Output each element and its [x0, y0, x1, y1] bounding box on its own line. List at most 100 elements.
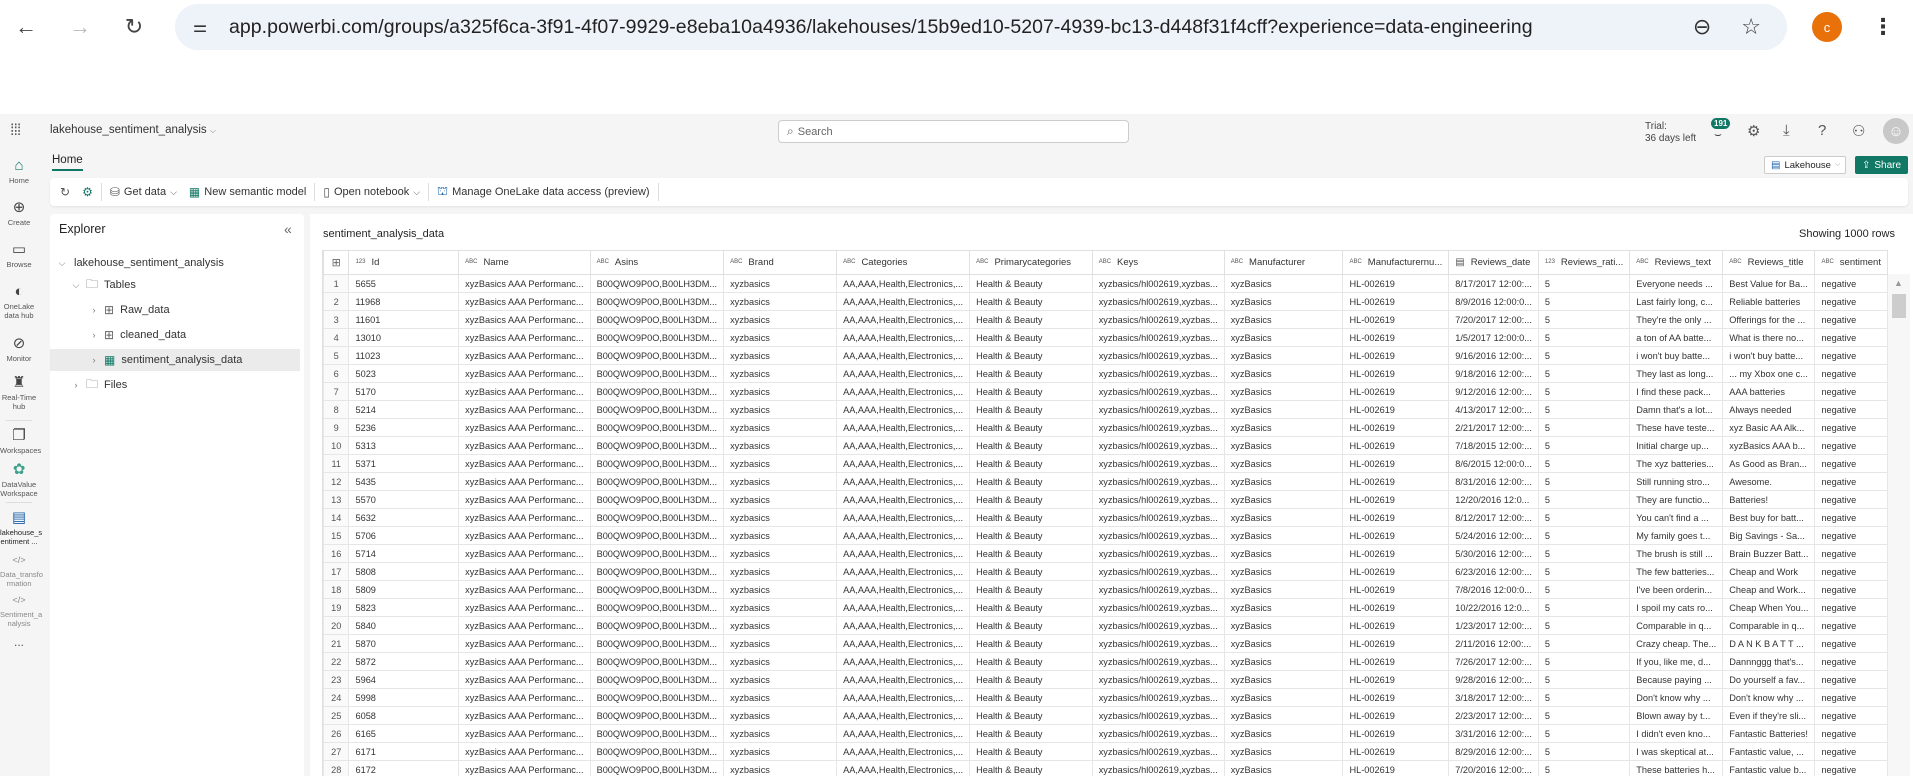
cell-name[interactable]: xyzBasics AAA Performanc... [458, 652, 591, 671]
cell-name[interactable]: xyzBasics AAA Performanc... [458, 364, 591, 383]
cell-asins[interactable]: B00QWO9P0O,B00LH3DM... [589, 742, 725, 761]
column-header[interactable]: ABC Reviews_text [1629, 250, 1724, 275]
cell-reviews-title[interactable]: Awesome. [1722, 472, 1816, 491]
cell-sentiment[interactable]: negative [1814, 652, 1888, 671]
cell-categories[interactable]: AA,AAA,Health,Electronics,... [836, 508, 971, 527]
cell-categories[interactable]: AA,AAA,Health,Electronics,... [836, 634, 971, 653]
cell-reviews-title[interactable]: Fantastic value b... [1722, 760, 1816, 776]
cell-reviews-text[interactable]: Comparable in q... [1629, 616, 1724, 635]
cell-reviews-rating[interactable]: 5 [1537, 346, 1631, 365]
cell-mfr_number[interactable]: HL-002619 [1342, 670, 1450, 689]
cell-primary[interactable]: Health & Beauty [969, 292, 1093, 311]
table-row[interactable]: 19 5823 xyzBasics AAA Performanc... B00QWO9… [323, 598, 1888, 617]
cell-reviews-date[interactable]: 9/28/2016 12:00:... [1448, 670, 1539, 689]
cell-reviews-text[interactable]: I spoil my cats ro... [1629, 598, 1724, 617]
cell-reviews-text[interactable]: These batteries h... [1629, 760, 1724, 776]
cell-keys[interactable]: xyzbasics/hl002619,xyzbas... [1091, 688, 1225, 707]
cell-manufacturer[interactable]: xyzBasics [1223, 310, 1344, 329]
cell-mfr_number[interactable]: HL-002619 [1342, 760, 1450, 776]
cell-sentiment[interactable]: negative [1814, 688, 1888, 707]
table-row[interactable]: 3 11601 xyzBasics AAA Performanc... B00QWO9… [323, 310, 1888, 329]
cell-reviews-text[interactable]: I find these pack... [1629, 382, 1724, 401]
cell-manufacturer[interactable]: xyzBasics [1223, 508, 1344, 527]
cell-primary[interactable]: Health & Beauty [969, 616, 1093, 635]
cell-categories[interactable]: AA,AAA,Health,Electronics,... [836, 562, 971, 581]
cell-asins[interactable]: B00QWO9P0O,B00LH3DM... [589, 616, 725, 635]
cell-brand[interactable]: xyzbasics [723, 292, 838, 311]
cell-mfr_number[interactable]: HL-002619 [1342, 526, 1450, 545]
cell-manufacturer[interactable]: xyzBasics [1223, 616, 1344, 635]
cell-brand[interactable]: xyzbasics [723, 634, 838, 653]
cell-mfr_number[interactable]: HL-002619 [1342, 364, 1450, 383]
cell-name[interactable]: xyzBasics AAA Performanc... [458, 544, 591, 563]
table-row[interactable]: 2 11968 xyzBasics AAA Performanc... B00QWO9… [323, 292, 1888, 311]
rail-item-home[interactable]: ⌂ Home [0, 158, 38, 186]
cell-reviews-date[interactable]: 3/31/2016 12:00:... [1448, 724, 1539, 743]
cell-mfr_number[interactable]: HL-002619 [1342, 310, 1450, 329]
cell-brand[interactable]: xyzbasics [723, 490, 838, 509]
cell-reviews-text[interactable]: I've been orderin... [1629, 580, 1724, 599]
cell-keys[interactable]: xyzbasics/hl002619,xyzbas... [1091, 346, 1225, 365]
cell-reviews-text[interactable]: Damn that's a lot... [1629, 400, 1724, 419]
cell-categories[interactable]: AA,AAA,Health,Electronics,... [836, 274, 971, 293]
scroll-up-arrow-icon[interactable]: ▲ [1894, 278, 1903, 288]
row-number[interactable]: 13 [323, 490, 350, 509]
cell-primary[interactable]: Health & Beauty [969, 688, 1093, 707]
table-row[interactable]: 5 11023 xyzBasics AAA Performanc... B00QWO9… [323, 346, 1888, 365]
cell-name[interactable]: xyzBasics AAA Performanc... [458, 688, 591, 707]
cell-reviews-text[interactable]: If you, like me, d... [1629, 652, 1724, 671]
cell-reviews-date[interactable]: 7/20/2017 12:00:... [1448, 310, 1539, 329]
cell-reviews-title[interactable]: Offerings for the ... [1722, 310, 1816, 329]
cell-brand[interactable]: xyzbasics [723, 562, 838, 581]
cell-asins[interactable]: B00QWO9P0O,B00LH3DM... [589, 454, 725, 473]
cell-reviews-date[interactable]: 12/20/2016 12:0... [1448, 490, 1539, 509]
cell-brand[interactable]: xyzbasics [723, 346, 838, 365]
cell-asins[interactable]: B00QWO9P0O,B00LH3DM... [589, 400, 725, 419]
cell-reviews-text[interactable]: The xyz batteries... [1629, 454, 1724, 473]
cell-brand[interactable]: xyzbasics [723, 418, 838, 437]
cell-manufacturer[interactable]: xyzBasics [1223, 382, 1344, 401]
column-header[interactable]: ABC Manufacturernu... [1342, 250, 1450, 275]
cell-asins[interactable]: B00QWO9P0O,B00LH3DM... [589, 418, 725, 437]
cell-primary[interactable]: Health & Beauty [969, 418, 1093, 437]
cell-asins[interactable]: B00QWO9P0O,B00LH3DM... [589, 652, 725, 671]
cell-name[interactable]: xyzBasics AAA Performanc... [458, 490, 591, 509]
row-number[interactable]: 25 [323, 706, 350, 725]
cell-reviews-title[interactable]: Comparable in q... [1722, 616, 1816, 635]
cell-sentiment[interactable]: negative [1814, 310, 1888, 329]
cell-reviews-rating[interactable]: 5 [1537, 544, 1631, 563]
cell-keys[interactable]: xyzbasics/hl002619,xyzbas... [1091, 562, 1225, 581]
cell-name[interactable]: xyzBasics AAA Performanc... [458, 454, 591, 473]
cell-name[interactable]: xyzBasics AAA Performanc... [458, 418, 591, 437]
cell-keys[interactable]: xyzbasics/hl002619,xyzbas... [1091, 724, 1225, 743]
cell-mfr_number[interactable]: HL-002619 [1342, 724, 1450, 743]
cell-mfr_number[interactable]: HL-002619 [1342, 274, 1450, 293]
cell-reviews-rating[interactable]: 5 [1537, 598, 1631, 617]
row-number[interactable]: 24 [323, 688, 350, 707]
cell-reviews-rating[interactable]: 5 [1537, 490, 1631, 509]
cell-reviews-text[interactable]: i won't buy batte... [1629, 346, 1724, 365]
cell-reviews-date[interactable]: 6/23/2016 12:00:... [1448, 562, 1539, 581]
cell-mfr_number[interactable]: HL-002619 [1342, 688, 1450, 707]
cell-reviews-title[interactable]: What is there no... [1722, 328, 1816, 347]
table-row[interactable]: 16 5714 xyzBasics AAA Performanc... B00QWO9… [323, 544, 1888, 563]
rail-more-button[interactable]: ... [0, 636, 38, 648]
cell-primary[interactable]: Health & Beauty [969, 400, 1093, 419]
cell-primary[interactable]: Health & Beauty [969, 382, 1093, 401]
cell-categories[interactable]: AA,AAA,Health,Electronics,... [836, 382, 971, 401]
row-number[interactable]: 7 [323, 382, 350, 401]
cell-asins[interactable]: B00QWO9P0O,B00LH3DM... [589, 472, 725, 491]
cell-brand[interactable]: xyzbasics [723, 436, 838, 455]
cell-categories[interactable]: AA,AAA,Health,Electronics,... [836, 364, 971, 383]
cell-id[interactable]: 5706 [348, 526, 460, 545]
cell-asins[interactable]: B00QWO9P0O,B00LH3DM... [589, 760, 725, 776]
cell-name[interactable]: xyzBasics AAA Performanc... [458, 526, 591, 545]
cell-reviews-date[interactable]: 5/24/2016 12:00:... [1448, 526, 1539, 545]
cell-name[interactable]: xyzBasics AAA Performanc... [458, 274, 591, 293]
cell-id[interactable]: 5236 [348, 418, 460, 437]
cell-categories[interactable]: AA,AAA,Health,Electronics,... [836, 526, 971, 545]
cell-mfr_number[interactable]: HL-002619 [1342, 346, 1450, 365]
get-data-button[interactable]: ⛁ Get data ⌵ [104, 185, 183, 199]
cell-reviews-title[interactable]: ... my Xbox one c... [1722, 364, 1816, 383]
rail-item-realtime-hub[interactable]: ♜ Real-Time hub [0, 375, 38, 412]
